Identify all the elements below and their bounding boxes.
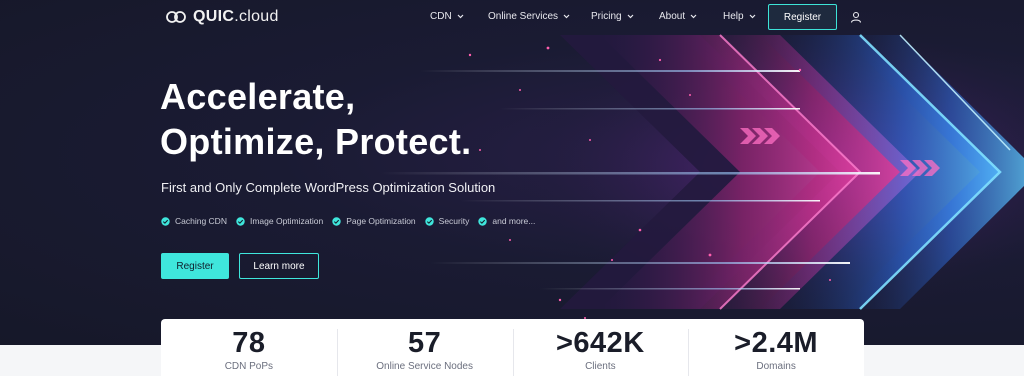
nav-item-help[interactable]: Help — [723, 11, 756, 22]
learn-more-button[interactable]: Learn more — [239, 253, 319, 279]
stats-card: 78 CDN PoPs 57 Online Service Nodes >642… — [161, 319, 864, 376]
stat-value: 57 — [407, 327, 442, 359]
user-icon[interactable] — [850, 11, 862, 23]
headline-line-2: Optimize, Protect. — [160, 121, 472, 162]
chevron-down-icon — [627, 14, 634, 19]
check-circle-icon — [424, 216, 434, 226]
feature-item-and-more: and more... — [478, 216, 535, 226]
hero-register-button[interactable]: Register — [161, 253, 229, 279]
feature-item-page-optimization: Page Optimization — [332, 216, 416, 226]
stat-value: >2.4M — [734, 327, 819, 359]
stat-label: Online Service Nodes — [376, 361, 473, 372]
hero-chevron-artwork — [380, 20, 1024, 320]
chevron-down-icon — [690, 14, 697, 19]
feature-item-image-optimization: Image Optimization — [236, 216, 323, 226]
check-circle-icon — [478, 216, 488, 226]
stat-value: 78 — [232, 327, 266, 359]
nav-item-pricing[interactable]: Pricing — [591, 11, 634, 22]
stat-online-service-nodes: 57 Online Service Nodes — [336, 319, 513, 376]
top-navigation-bar: QUIC.cloud CDN Online Services Pricing A… — [0, 0, 1024, 34]
feature-item-security: Security — [424, 216, 469, 226]
headline-line-1: Accelerate, — [160, 76, 356, 117]
stat-domains: >2.4M Domains — [688, 319, 864, 376]
hero-section — [0, 0, 1024, 345]
stat-value: >642K — [555, 327, 645, 359]
header-register-button[interactable]: Register — [768, 4, 837, 30]
logo-text: QUIC.cloud — [193, 8, 279, 25]
chevron-down-icon — [563, 14, 570, 19]
nav-item-cdn[interactable]: CDN — [430, 11, 464, 22]
feature-item-caching-cdn: Caching CDN — [161, 216, 227, 226]
chevron-down-icon — [749, 14, 756, 19]
stat-cdn-pops: 78 CDN PoPs — [161, 319, 337, 376]
nav-item-online-services[interactable]: Online Services — [488, 11, 570, 22]
chevron-down-icon — [457, 14, 464, 19]
check-circle-icon — [236, 216, 245, 226]
hero-headline: Accelerate, Optimize, Protect. — [160, 74, 471, 164]
hero-subheadline: First and Only Complete WordPress Optimi… — [161, 180, 496, 195]
feature-list: Caching CDN Image Optimization Page Opti… — [161, 216, 535, 226]
stat-label: CDN PoPs — [224, 361, 274, 372]
stat-label: Domains — [756, 361, 796, 372]
quic-cloud-logo[interactable]: QUIC.cloud — [165, 8, 279, 26]
check-circle-icon — [161, 216, 170, 226]
stat-label: Clients — [585, 361, 616, 372]
logo-mark-icon — [166, 11, 186, 23]
stat-clients: >642K Clients — [512, 319, 689, 376]
check-circle-icon — [332, 216, 341, 226]
nav-item-about[interactable]: About — [659, 11, 697, 22]
